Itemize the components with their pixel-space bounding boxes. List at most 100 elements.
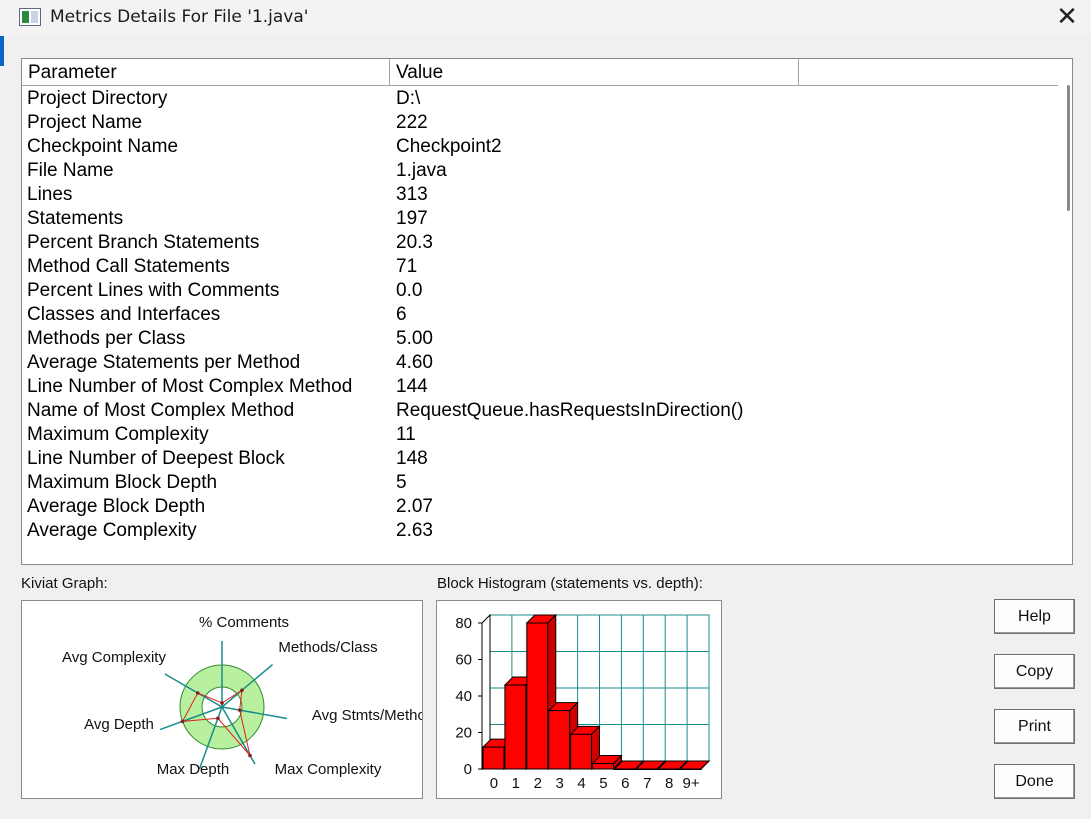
histogram-x-tick-label: 5 [599, 775, 607, 792]
table-row[interactable]: Checkpoint Name Checkpoint2 [22, 135, 1058, 159]
column-header-parameter[interactable]: Parameter [22, 59, 390, 86]
column-header-empty[interactable] [799, 59, 1058, 86]
window-title: Metrics Details For File '1.java' [50, 7, 309, 27]
histogram-bar [548, 710, 571, 770]
kiviat-point [195, 691, 200, 695]
table-row[interactable]: Statements 197 [22, 207, 1058, 231]
table-row[interactable]: Percent Branch Statements 20.3 [22, 231, 1058, 255]
parameter-cell: Line Number of Most Complex Method [27, 376, 353, 397]
value-cell: 11 [396, 424, 416, 445]
parameter-cell: Maximum Block Depth [27, 472, 218, 493]
histogram-y-tick-label: 60 [455, 652, 472, 669]
copy-button[interactable]: Copy [994, 654, 1075, 689]
table-row[interactable]: Name of Most Complex Method RequestQueue.… [22, 399, 1058, 423]
help-button[interactable]: Help [994, 599, 1075, 634]
parameter-cell: Statements [27, 208, 124, 229]
kiviat-graph-label: Kiviat Graph: [21, 575, 108, 592]
parameter-cell: Method Call Statements [27, 256, 230, 277]
value-cell: 1.java [396, 160, 447, 181]
parameter-cell: Name of Most Complex Method [27, 400, 295, 421]
table-row[interactable]: Methods per Class 5.00 [22, 327, 1058, 351]
histogram-y-tick-label: 80 [455, 615, 472, 632]
value-cell: 5 [396, 472, 407, 493]
kiviat-axis-label: Avg Depth [84, 716, 154, 733]
histogram-bar [657, 768, 680, 770]
parameter-cell: Percent Branch Statements [27, 232, 260, 253]
print-button[interactable]: Print [994, 709, 1075, 744]
table-row[interactable]: Method Call Statements 71 [22, 255, 1058, 279]
parameter-cell: Project Name [27, 112, 143, 133]
parameter-cell: Percent Lines with Comments [27, 280, 280, 301]
kiviat-point [248, 753, 252, 758]
vertical-scrollbar[interactable] [1058, 59, 1072, 564]
kiviat-axis-label: Max Complexity [275, 761, 382, 778]
histogram-bar [613, 768, 636, 770]
table-row[interactable]: Maximum Block Depth 5 [22, 471, 1058, 495]
table-row[interactable]: Lines 313 [22, 183, 1058, 207]
table-row[interactable]: Percent Lines with Comments 0.0 [22, 279, 1058, 303]
value-cell: 2.07 [396, 496, 433, 517]
kiviat-point [220, 701, 224, 705]
metrics-table: Parameter Value Project Directory D:\ Proj… [21, 58, 1073, 565]
table-body: Project Directory D:\ Project Name 222 Check… [22, 87, 1058, 543]
table-row[interactable]: Average Complexity 2.63 [22, 519, 1058, 543]
kiviat-point [180, 719, 185, 724]
table-row[interactable]: Line Number of Deepest Block 148 [22, 447, 1058, 471]
parameter-cell: Lines [27, 184, 73, 205]
table-row[interactable]: Maximum Complexity 11 [22, 423, 1058, 447]
table-row[interactable]: Average Statements per Method 4.60 [22, 351, 1058, 375]
value-cell: 20.3 [396, 232, 433, 253]
kiviat-axis-label: Avg Stmts/Method [312, 707, 422, 724]
parameter-cell: Classes and Interfaces [27, 304, 221, 325]
parameter-cell: Methods per Class [27, 328, 186, 349]
kiviat-axis-label: Avg Complexity [62, 649, 166, 666]
histogram-bar [504, 684, 527, 770]
close-icon[interactable]: ✕ [1050, 2, 1084, 32]
table-row[interactable]: Line Number of Most Complex Method 144 [22, 375, 1058, 399]
kiviat-point [216, 716, 220, 721]
value-cell: Checkpoint2 [396, 136, 502, 157]
value-cell: RequestQueue.hasRequestsInDirection() [396, 400, 744, 421]
value-cell: 222 [396, 112, 428, 133]
histogram-x-tick-label: 3 [555, 775, 563, 792]
value-cell: 6 [396, 304, 407, 325]
parameter-cell: Project Directory [27, 88, 168, 109]
block-histogram-canvas: 0204060800 1 2 3 4 5 6 7 8 9+ [455, 613, 711, 792]
kiviat-axes [159, 641, 288, 770]
value-cell: 4.60 [396, 352, 433, 373]
histogram-bar [679, 768, 702, 770]
table-row[interactable]: Project Directory D:\ [22, 87, 1058, 111]
parameter-cell: File Name [27, 160, 114, 181]
parameter-cell: Average Complexity [27, 520, 197, 541]
kiviat-axis-label: Max Depth [157, 761, 230, 778]
value-cell: 2.63 [396, 520, 433, 541]
value-cell: 197 [396, 208, 428, 229]
block-histogram-label: Block Histogram (statements vs. depth): [437, 575, 703, 592]
histogram-x-tick-label: 2 [534, 775, 542, 792]
title-bar: Metrics Details For File '1.java' ✕ [0, 0, 1091, 36]
histogram-x-tick-label: 1 [512, 775, 520, 792]
histogram-bar [635, 768, 658, 770]
value-cell: D:\ [396, 88, 421, 109]
value-cell: 71 [396, 256, 418, 277]
background-window-edge [0, 36, 4, 66]
kiviat-point [237, 708, 242, 712]
value-cell: 148 [396, 448, 428, 469]
value-cell: 144 [396, 376, 428, 397]
column-header-value[interactable]: Value [390, 59, 799, 86]
value-cell: 5.00 [396, 328, 433, 349]
table-row[interactable]: Average Block Depth 2.07 [22, 495, 1058, 519]
block-histogram: 0 20 40 60 80 0 1 2 3 4 5 6 7 8 9+ [436, 600, 722, 799]
histogram-x-tick-label: 7 [643, 775, 651, 792]
histogram-x-tick-label: 6 [621, 775, 629, 792]
table-row[interactable]: Classes and Interfaces 6 [22, 303, 1058, 327]
table-row[interactable]: File Name 1.java [22, 159, 1058, 183]
kiviat-graph-canvas: % Comments Methods/Class Avg Stmts/Method M… [62, 614, 434, 778]
parameter-cell: Line Number of Deepest Block [27, 448, 285, 469]
done-button[interactable]: Done [994, 764, 1075, 799]
scrollbar-thumb[interactable] [1067, 85, 1070, 211]
histogram-bar [482, 746, 505, 770]
histogram-y-tick-label: 0 [464, 761, 472, 778]
table-row[interactable]: Project Name 222 [22, 111, 1058, 135]
histogram-x-tick-label: 0 [490, 775, 498, 792]
